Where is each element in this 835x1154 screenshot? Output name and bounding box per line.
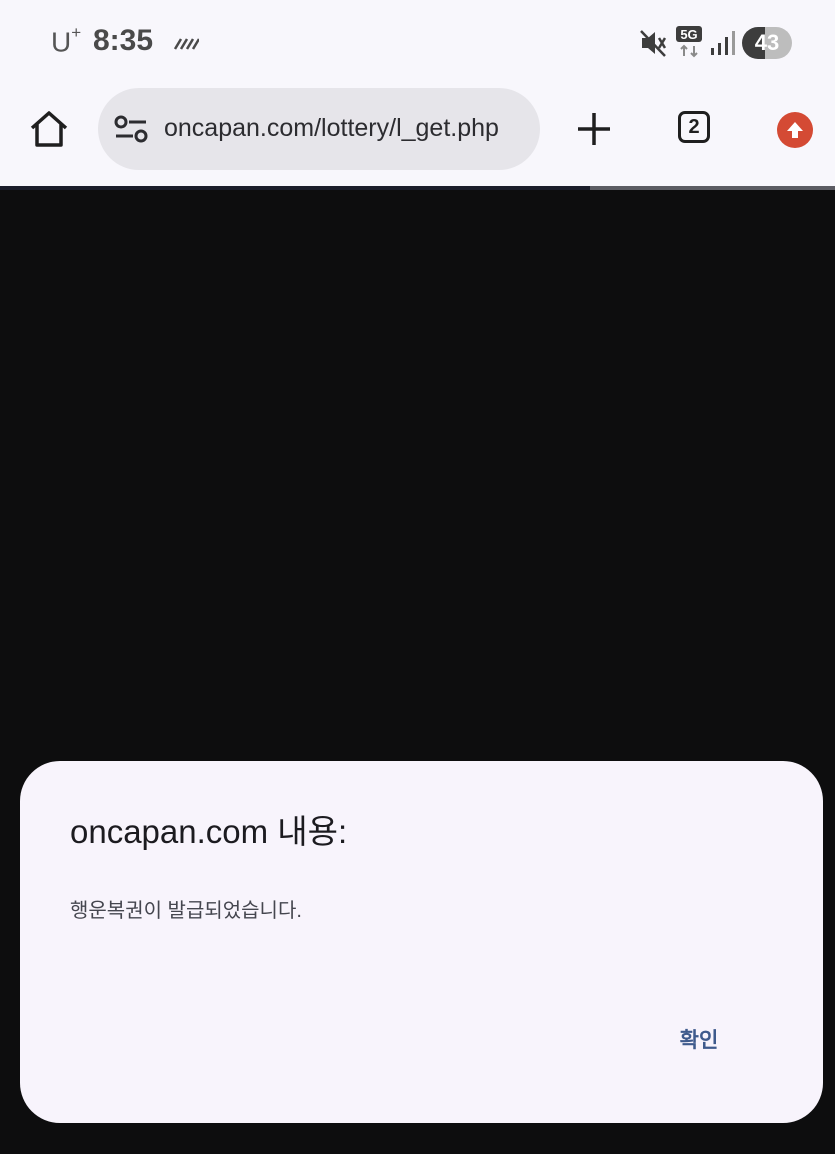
network-type: 5G xyxy=(680,27,697,42)
clock: 8:35 xyxy=(93,24,154,57)
plus-icon[interactable] xyxy=(575,110,613,148)
network-5g-icon: 5G xyxy=(676,26,702,58)
progress-remaining xyxy=(590,186,835,190)
url-text[interactable]: oncapan.com/lottery/l_get.php xyxy=(164,114,522,143)
tab-switcher-button[interactable]: 2 xyxy=(678,111,710,143)
notification-icon xyxy=(173,38,199,50)
browser-toolbar: oncapan.com/lottery/l_get.php 2 xyxy=(0,86,835,186)
alert-dialog: oncapan.com 내용: 행운복권이 발급되었습니다. 확인 xyxy=(20,761,823,1123)
dialog-title: oncapan.com 내용: xyxy=(70,813,348,850)
tune-icon[interactable] xyxy=(114,114,148,144)
carrier-label: U+ xyxy=(51,23,82,58)
page-load-progress xyxy=(0,186,835,190)
battery-indicator: 43 xyxy=(742,27,792,59)
carrier-plus: + xyxy=(71,23,82,42)
signal-icon xyxy=(711,31,735,55)
status-bar: U+ 8:35 5G 43 xyxy=(0,0,835,86)
dialog-message: 행운복권이 발급되었습니다. xyxy=(70,900,302,922)
confirm-button[interactable]: 확인 xyxy=(663,1023,735,1059)
carrier-name: U xyxy=(51,26,72,58)
update-button[interactable] xyxy=(777,112,813,148)
mute-icon xyxy=(640,30,666,57)
home-icon[interactable] xyxy=(28,108,70,150)
address-bar[interactable]: oncapan.com/lottery/l_get.php xyxy=(98,88,540,170)
arrow-up-icon xyxy=(787,122,803,138)
